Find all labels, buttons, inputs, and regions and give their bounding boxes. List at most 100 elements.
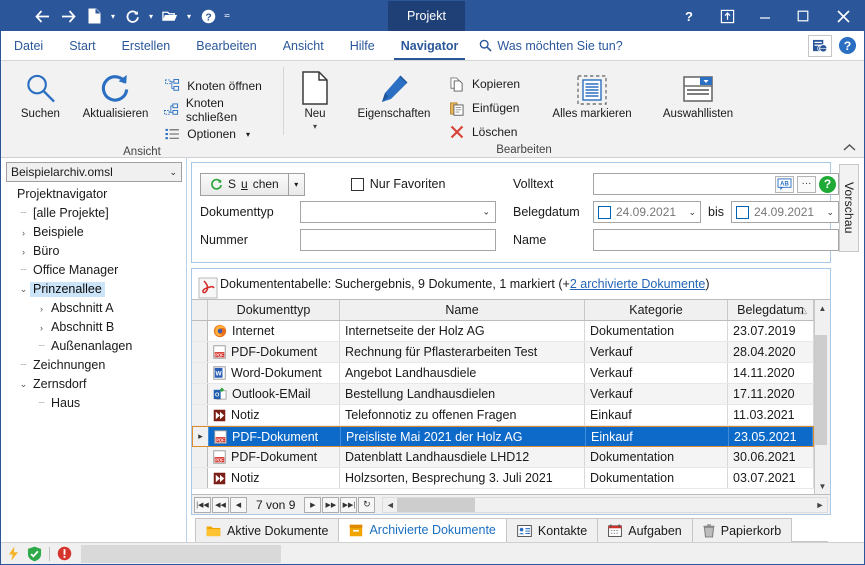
tree-item-abschnitt-a[interactable]: › Abschnitt A [6, 299, 186, 318]
hscroll-thumb[interactable] [397, 497, 476, 512]
grid-horizontal-scrollbar[interactable]: ◄ ► [382, 496, 828, 513]
alles-markieren-button[interactable]: Alles markieren [541, 67, 643, 121]
nummer-input[interactable] [300, 229, 496, 251]
help-icon[interactable]: ? [195, 3, 221, 29]
row-selector[interactable] [192, 342, 208, 362]
einfuegen-button[interactable]: Einfügen [444, 97, 524, 119]
ribbon-display-options-icon[interactable] [708, 1, 746, 31]
chevron-down-icon[interactable]: ⌄ [17, 284, 30, 295]
nav-prev-page-button[interactable]: ◀◀ [212, 496, 229, 513]
tree-item-haus[interactable]: ┈ Haus [6, 394, 186, 413]
row-selector[interactable] [192, 447, 208, 467]
chevron-down-icon[interactable]: ⌄ [688, 207, 696, 218]
tab-aufgaben[interactable]: Aufgaben [597, 518, 693, 542]
table-row[interactable]: PDF PDF-Dokument Rechnung für Pflasterar… [192, 342, 814, 363]
collapse-ribbon-icon[interactable] [843, 143, 856, 155]
table-row[interactable]: PDF PDF-Dokument Datenblatt Landhausdiel… [192, 447, 814, 468]
eigenschaften-button[interactable]: Eigenschaften [346, 67, 442, 121]
belegdatum-to-input[interactable]: 24.09.2021 ⌄ [730, 201, 839, 223]
knoten-schliessen-button[interactable]: Knoten schließen [159, 96, 275, 124]
abc-icon[interactable]: AB [774, 175, 794, 193]
row-selector[interactable] [192, 363, 208, 383]
new-document-icon[interactable] [81, 3, 107, 29]
tab-ansicht[interactable]: Ansicht [270, 31, 337, 60]
auswahllisten-button[interactable]: Auswahllisten [648, 67, 748, 121]
forward-icon[interactable] [55, 3, 81, 29]
ellipsis-icon[interactable]: ··· [796, 175, 816, 193]
nav-first-button[interactable]: |◀◀ [194, 496, 211, 513]
belegdatum-from-input[interactable]: 24.09.2021 ⌄ [593, 201, 701, 223]
tab-archivierte-dokumente[interactable]: Archivierte Dokumente [338, 518, 507, 542]
open-folder-icon[interactable] [157, 3, 183, 29]
table-row[interactable]: Notiz Holzsorten, Besprechung 3. Juli 20… [192, 468, 814, 489]
tree-item-zernsdorf[interactable]: ⌄ Zernsdorf [6, 375, 186, 394]
window-title-tab[interactable]: Projekt [388, 1, 465, 31]
neu-button[interactable]: Neu ▾ [284, 67, 346, 131]
customize-toolbar-icon[interactable]: ⋍ [221, 3, 233, 29]
volltext-input[interactable]: AB ··· ? [593, 173, 839, 195]
nav-refresh-button[interactable]: ↻ [358, 496, 376, 513]
table-row-selected[interactable]: ▸ PDF PDF-Dokument Preisliste Mai 2021 d… [192, 426, 814, 447]
nav-prev-button[interactable]: ◀ [230, 496, 247, 513]
belegdatum-to-checkbox[interactable] [735, 205, 749, 219]
back-icon[interactable] [29, 3, 55, 29]
minimize-icon[interactable] [746, 1, 784, 31]
suchen-dropdown-icon[interactable]: ▾ [288, 172, 305, 196]
nur-favoriten-checkbox[interactable] [350, 177, 364, 191]
tab-aktive-dokumente[interactable]: Aktive Dokumente [195, 518, 340, 542]
row-selector[interactable] [192, 468, 208, 488]
tab-start[interactable]: Start [56, 31, 108, 60]
row-selector[interactable] [192, 405, 208, 425]
table-row[interactable]: Internet Internetseite der Holz AG Dokum… [192, 321, 814, 342]
tab-kontakte[interactable]: Kontakte [505, 518, 599, 542]
new-document-caret-icon[interactable]: ▾ [107, 3, 119, 29]
chevron-down-icon[interactable]: ⌄ [17, 379, 30, 390]
scroll-right-icon[interactable]: ► [813, 500, 827, 510]
tree-item-aussenanlagen[interactable]: ┈ Außenanlagen [6, 337, 186, 356]
archive-select[interactable]: Beispielarchiv.omsl ⌄ [6, 162, 182, 182]
tab-bearbeiten[interactable]: Bearbeiten [183, 31, 269, 60]
nav-next-page-button[interactable]: ▶▶ [322, 496, 340, 513]
suchen-button[interactable]: Suchen [200, 172, 289, 196]
tab-datei[interactable]: Datei [1, 31, 56, 60]
name-input[interactable] [593, 229, 839, 251]
chevron-right-icon[interactable]: › [17, 228, 30, 238]
title-help-icon[interactable]: ? [670, 1, 708, 31]
loeschen-button[interactable]: Löschen [444, 121, 524, 143]
table-row[interactable]: Notiz Telefonnotiz zu offenen Fragen Ein… [192, 405, 814, 426]
tree-item-buero[interactable]: › Büro [6, 242, 186, 261]
optionen-button[interactable]: Optionen ▾ [159, 123, 275, 145]
scroll-up-icon[interactable]: ▲ [815, 300, 831, 316]
tree-item-prinzenallee[interactable]: ⌄ Prinzenallee [6, 280, 186, 299]
refresh-icon[interactable] [119, 3, 145, 29]
nav-next-button[interactable]: ▶ [304, 496, 322, 513]
row-selector[interactable] [192, 384, 208, 404]
refresh-caret-icon[interactable]: ▾ [145, 3, 157, 29]
close-icon[interactable] [822, 1, 864, 31]
kopieren-button[interactable]: Kopieren [444, 73, 524, 95]
tab-papierkorb[interactable]: Papierkorb [691, 518, 793, 542]
optionen-caret-icon[interactable]: ▾ [246, 130, 250, 139]
tree-root[interactable]: Projektnavigator [6, 185, 186, 204]
grid-header-belegdatum[interactable]: Belegdatum △ [728, 300, 814, 320]
tree-item-alle-projekte[interactable]: ┈ [alle Projekte] [6, 204, 186, 223]
nav-last-button[interactable]: ▶▶| [340, 496, 358, 513]
tab-navigator[interactable]: Navigator [388, 31, 472, 60]
chevron-down-icon[interactable]: ⌄ [826, 207, 834, 218]
tree-item-abschnitt-b[interactable]: › Abschnitt B [6, 318, 186, 337]
aktualisieren-button[interactable]: Aktualisieren [74, 67, 157, 121]
scroll-track[interactable] [814, 316, 831, 478]
grid-vertical-scrollbar[interactable]: ▲ ▼ [814, 300, 830, 494]
ribbon-help-icon[interactable]: ? [836, 35, 858, 57]
web-document-icon[interactable] [808, 34, 832, 57]
open-folder-caret-icon[interactable]: ▾ [183, 3, 195, 29]
lightning-icon[interactable] [7, 546, 20, 561]
neu-caret-icon[interactable]: ▾ [313, 123, 317, 131]
scroll-thumb[interactable] [814, 335, 827, 445]
tab-hilfe[interactable]: Hilfe [337, 31, 388, 60]
grid-header-name[interactable]: Name [340, 300, 585, 320]
error-icon[interactable] [57, 546, 72, 561]
vorschau-tab[interactable]: Vorschau [839, 164, 859, 252]
tab-erstellen[interactable]: Erstellen [109, 31, 184, 60]
tell-me-search[interactable]: Was möchten Sie tun? [479, 31, 623, 60]
